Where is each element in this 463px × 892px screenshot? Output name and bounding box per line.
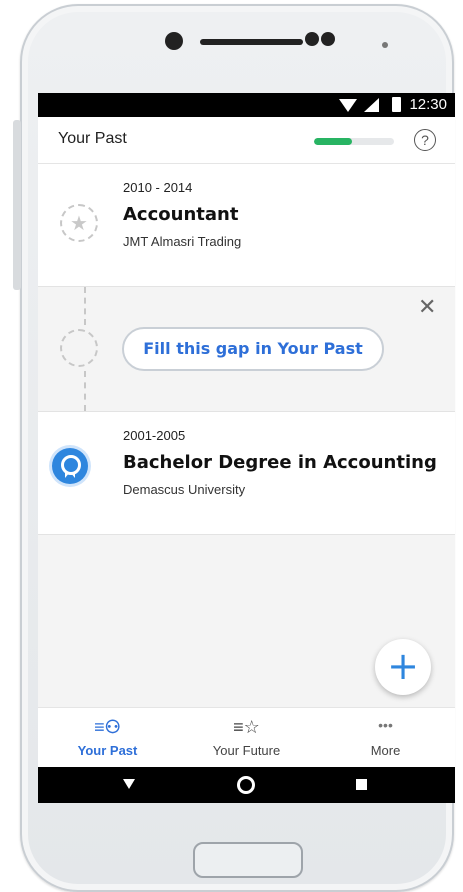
app-header: Your Past ? bbox=[38, 117, 455, 164]
add-entry-button[interactable]: + bbox=[375, 639, 431, 695]
side-button bbox=[13, 120, 21, 290]
back-icon[interactable] bbox=[123, 779, 135, 789]
entry-years: 2010 - 2014 bbox=[123, 180, 193, 195]
front-camera bbox=[165, 32, 183, 50]
progress-fill bbox=[314, 138, 352, 145]
close-icon[interactable]: ✕ bbox=[418, 295, 436, 320]
sensor-dot-2 bbox=[321, 32, 335, 46]
tab-your-future[interactable]: ≡☆ Your Future bbox=[177, 708, 316, 768]
speaker-grille bbox=[200, 39, 303, 45]
signal-icon bbox=[364, 98, 379, 112]
hardware-home-button[interactable] bbox=[193, 842, 303, 878]
wifi-icon bbox=[339, 99, 357, 112]
star-icon: ★ bbox=[60, 204, 98, 242]
timeline-entry-education[interactable]: 2001-2005 Bachelor Degree in Accounting … bbox=[38, 412, 455, 535]
help-icon[interactable]: ? bbox=[414, 129, 436, 151]
person-list-icon: ≡⚇ bbox=[94, 717, 121, 737]
tab-label: Your Past bbox=[77, 743, 138, 758]
bottom-tab-bar: ≡⚇ Your Past ≡☆ Your Future ••• More bbox=[38, 707, 455, 768]
timeline-gap: ✕ Fill this gap in Your Past bbox=[38, 287, 455, 412]
timeline-connector-top bbox=[84, 287, 86, 325]
fill-gap-button[interactable]: Fill this gap in Your Past bbox=[122, 327, 384, 371]
award-badge-icon bbox=[52, 448, 88, 484]
status-bar: 12:30 bbox=[38, 93, 455, 117]
timeline-entry-work[interactable]: ★ 2010 - 2014 Accountant JMT Almasri Tra… bbox=[38, 164, 455, 287]
entry-role: Bachelor Degree in Accounting bbox=[123, 452, 437, 473]
tab-label: Your Future bbox=[212, 743, 281, 758]
tab-label: More bbox=[370, 743, 401, 758]
page-title: Your Past bbox=[58, 130, 127, 147]
entry-years: 2001-2005 bbox=[123, 428, 186, 443]
app-screen: 12:30 Your Past ? ★ 2010 - 2014 Accounta… bbox=[38, 93, 455, 803]
star-list-icon: ≡☆ bbox=[233, 717, 260, 737]
entry-organization: JMT Almasri Trading bbox=[123, 234, 242, 249]
tab-more[interactable]: ••• More bbox=[316, 708, 455, 768]
recent-apps-icon[interactable] bbox=[356, 779, 367, 790]
home-icon[interactable] bbox=[237, 776, 255, 794]
proximity-dot bbox=[382, 42, 388, 48]
battery-icon bbox=[392, 97, 401, 112]
empty-circle-icon bbox=[60, 329, 98, 367]
tab-your-past[interactable]: ≡⚇ Your Past bbox=[38, 708, 177, 768]
more-dots-icon: ••• bbox=[378, 717, 393, 733]
sensor-dot bbox=[305, 32, 319, 46]
android-nav-bar bbox=[38, 767, 455, 803]
entry-role: Accountant bbox=[123, 204, 239, 225]
status-time: 12:30 bbox=[409, 96, 447, 113]
profile-progress-bar bbox=[314, 138, 394, 145]
entry-organization: Demascus University bbox=[123, 482, 246, 497]
timeline-connector-bottom bbox=[84, 371, 86, 411]
